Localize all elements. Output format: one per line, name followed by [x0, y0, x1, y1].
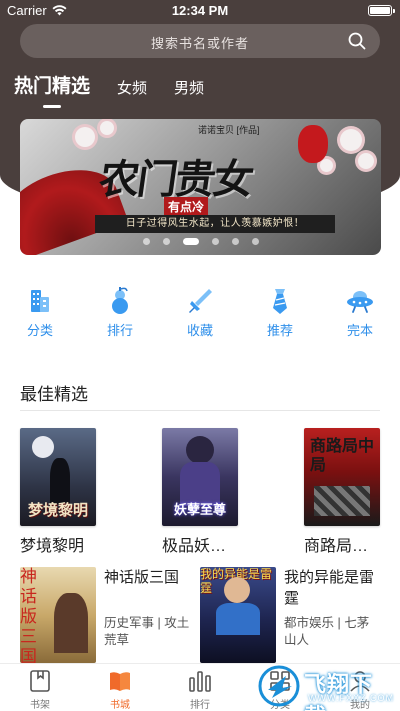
- search-bar[interactable]: 搜索书名或作者: [20, 24, 380, 58]
- tab-label: 排行: [190, 700, 210, 711]
- carousel-dot[interactable]: [162, 238, 170, 245]
- book-card[interactable]: 梦境黎明 梦境黎明: [20, 428, 110, 556]
- tab-label: 书城: [110, 700, 130, 711]
- carousel-dot[interactable]: [251, 238, 259, 245]
- book-meta: 都市娱乐 | 七茅山人: [284, 616, 370, 647]
- gourd-icon: [112, 287, 128, 314]
- category-recommend-label: 推荐: [266, 323, 293, 338]
- carousel-dot[interactable]: [211, 238, 219, 245]
- tab-hot-picks[interactable]: 热门精选: [14, 71, 90, 108]
- book-cover-title: 妖孽至尊: [173, 503, 226, 518]
- book-list-item[interactable]: 我的异能是雷霆 我的异能是雷霆 都市娱乐 | 七茅山人: [200, 567, 374, 663]
- blossom-decoration: [358, 153, 374, 169]
- building-icon: [31, 290, 49, 312]
- sword-icon: [189, 289, 212, 313]
- category-ranking-button[interactable]: 排行: [90, 286, 150, 339]
- category-completed-label: 完本: [346, 323, 373, 338]
- category-favorites-label: 收藏: [186, 323, 213, 338]
- tab-male[interactable]: 男频: [174, 77, 204, 108]
- ufo-icon: [347, 291, 373, 313]
- carousel-indicator: [20, 238, 381, 245]
- book-cover[interactable]: 我的异能是雷霆: [200, 567, 276, 663]
- tab-female[interactable]: 女频: [117, 77, 147, 108]
- book-cover[interactable]: 梦境黎明: [20, 428, 96, 526]
- watermark-text: 飞翔下载: [304, 672, 374, 711]
- tie-icon: [273, 289, 287, 314]
- book-cover-title: 神话版三国: [20, 567, 37, 663]
- category-classify-label: 分类: [26, 323, 53, 338]
- lantern-illustration: [298, 125, 328, 163]
- status-bar: Carrier 12:34 PM: [0, 0, 400, 20]
- book-list-item[interactable]: 神话版三国 神话版三国 历史军事 | 攻土荒草: [20, 567, 189, 663]
- carousel-dot[interactable]: [231, 238, 239, 245]
- category-favorites-button[interactable]: 收藏: [170, 286, 230, 339]
- search-icon[interactable]: [348, 32, 366, 50]
- search-placeholder: 搜索书名或作者: [150, 36, 249, 51]
- book-card[interactable]: 商路局中局 商路局…: [304, 428, 394, 556]
- book-title[interactable]: 商路局…: [304, 532, 394, 556]
- section-divider: [20, 410, 380, 411]
- watermark-url: WWW.FXXZ.COM: [308, 693, 394, 703]
- bookshelf-icon: [30, 670, 50, 692]
- battery-icon: [368, 5, 395, 16]
- banner-author: 诺诺宝贝 [作品]: [198, 125, 260, 135]
- bar-chart-icon: [189, 671, 211, 692]
- book-title[interactable]: 极品妖…: [162, 532, 252, 556]
- book-title[interactable]: 梦境黎明: [20, 532, 110, 556]
- blossom-decoration: [340, 129, 362, 151]
- carousel-dot[interactable]: [142, 238, 150, 245]
- clock: 12:34 PM: [171, 3, 229, 18]
- category-recommend-button[interactable]: 推荐: [250, 286, 310, 339]
- tab-bookshelf[interactable]: 书架: [10, 668, 70, 711]
- site-watermark: 飞翔下载 WWW.FXXZ.COM: [256, 664, 394, 711]
- tab-label: 书架: [30, 700, 50, 711]
- book-open-icon: [110, 672, 130, 691]
- book-cover-title: 商路局中局: [310, 436, 375, 474]
- book-cover[interactable]: 神话版三国: [20, 567, 96, 663]
- book-title[interactable]: 神话版三国: [104, 567, 194, 588]
- tab-ranking[interactable]: 排行: [170, 668, 230, 711]
- watermark-logo-icon: [258, 665, 300, 707]
- banner-carousel[interactable]: 诺诺宝贝 [作品] 农门贵女 有点冷 日子过得风生水起，让人羡慕嫉妒恨！: [20, 119, 381, 255]
- tab-bookstore[interactable]: 书城: [90, 668, 150, 711]
- banner-tagline: 有点冷: [164, 197, 209, 216]
- blossom-decoration: [100, 121, 114, 135]
- top-tabs: 热门精选 女频 男频: [14, 72, 231, 108]
- carousel-dot-active[interactable]: [182, 238, 199, 245]
- book-card[interactable]: 妖孽至尊 极品妖…: [162, 428, 252, 556]
- book-title[interactable]: 我的异能是雷霆: [284, 567, 374, 609]
- blossom-decoration: [75, 127, 95, 147]
- book-cover[interactable]: 妖孽至尊: [162, 428, 238, 526]
- book-cover[interactable]: 商路局中局: [304, 428, 380, 526]
- banner-slogan: 日子过得风生水起，让人羡慕嫉妒恨！: [95, 215, 335, 233]
- category-shortcuts: 分类 排行 收藏 推荐 完本: [0, 286, 400, 346]
- blossom-decoration: [320, 159, 333, 172]
- category-ranking-label: 排行: [106, 323, 133, 338]
- category-completed-button[interactable]: 完本: [330, 286, 390, 339]
- book-meta: 历史军事 | 攻土荒草: [104, 616, 190, 647]
- book-cover-title: 梦境黎明: [27, 501, 88, 519]
- category-classify-button[interactable]: 分类: [10, 286, 70, 339]
- section-title-best-picks: 最佳精选: [20, 385, 88, 404]
